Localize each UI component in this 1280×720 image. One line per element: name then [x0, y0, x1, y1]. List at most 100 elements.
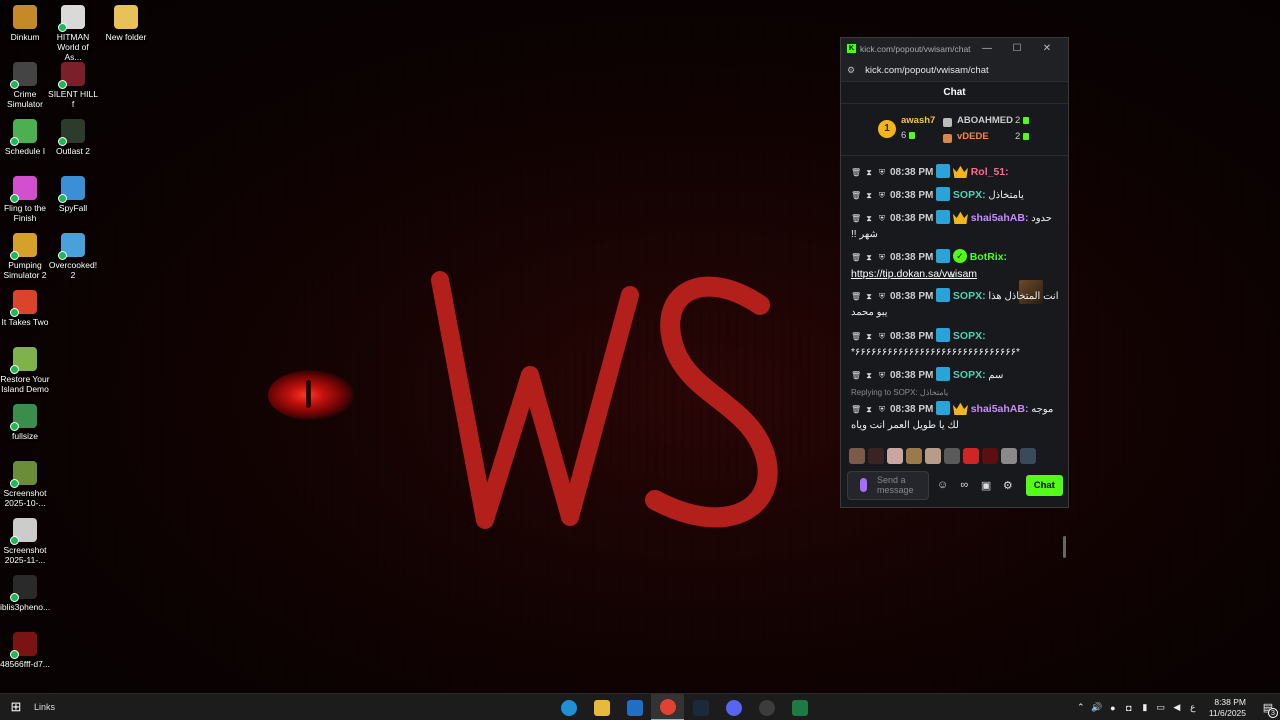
taskbar-edge-button[interactable]: [552, 694, 585, 720]
desktop-icon[interactable]: Outlast 2: [48, 119, 98, 156]
leader-third-name[interactable]: vDEDE: [957, 131, 989, 142]
shield-icon[interactable]: ⛨: [877, 289, 887, 305]
reply-context[interactable]: Replying to SOPX: يامتخاذل: [851, 385, 948, 401]
notification-center-icon[interactable]: ▤ 3: [1256, 701, 1280, 718]
tray-app-icon[interactable]: ◘: [1121, 703, 1137, 713]
desktop-icon[interactable]: It Takes Two: [0, 290, 50, 327]
trash-icon[interactable]: 🗑: [851, 368, 861, 384]
chat-message[interactable]: 🗑 ⧗ ⛨ 08:38 PM shai5ahAB: حدود شهر !!: [851, 210, 1061, 243]
timeout-icon[interactable]: ⧗: [864, 289, 874, 305]
microphone-tray-icon[interactable]: ▮: [1137, 702, 1153, 713]
timeout-icon[interactable]: ⧗: [864, 402, 874, 418]
desktop-icon[interactable]: Restore Your Island Demo: [0, 347, 50, 394]
shield-icon[interactable]: ⛨: [877, 329, 887, 345]
taskbar-steam-button[interactable]: [684, 694, 717, 720]
microphone-icon[interactable]: [860, 478, 867, 492]
leader-first-name[interactable]: awash7: [901, 115, 935, 126]
chat-message[interactable]: 🗑 ⧗ ⛨ 08:38 PM SOPX: يامتخاذل: [851, 187, 1061, 204]
desktop-icon[interactable]: 48566fff-d7...: [0, 632, 50, 669]
desktop-icon[interactable]: fullsize: [0, 404, 50, 441]
desktop-icon[interactable]: Dinkum: [0, 5, 50, 42]
trash-icon[interactable]: 🗑: [851, 211, 861, 227]
desktop-icon[interactable]: Screenshot 2025-10-...: [0, 461, 50, 508]
chat-message[interactable]: 🗑 ⧗ ⛨ 08:38 PM SOPX: انت المتخاذل هذا يبو م…: [851, 288, 1061, 321]
emote-button[interactable]: [982, 448, 998, 464]
message-username[interactable]: shai5ahAB:: [971, 212, 1029, 224]
desktop-icon[interactable]: Overcooked! 2: [48, 233, 98, 280]
chat-message[interactable]: 🗑 ⧗ ⛨ 08:38 PM SOPX: *۶۶۶۶۶۶۶۶۶۶۶۶۶۶۶۶۶۶۶۶۶…: [851, 328, 1061, 361]
emote-button[interactable]: [849, 448, 865, 464]
kicks-icon[interactable]: ∞: [956, 479, 972, 491]
links-toolbar[interactable]: Links: [34, 702, 55, 712]
trash-icon[interactable]: 🗑: [851, 188, 861, 204]
taskbar-outlook-button[interactable]: [618, 694, 651, 720]
store-icon[interactable]: ▣: [978, 479, 994, 492]
desktop-icon[interactable]: Pumping Simulator 2: [0, 233, 50, 280]
chat-message[interactable]: 🗑 ⧗ ⛨ 08:38 PM ✓ BotRix: https://tip.dokan.…: [851, 249, 1061, 283]
trash-icon[interactable]: 🗑: [851, 289, 861, 305]
volume-icon[interactable]: 🔊: [1089, 702, 1105, 713]
chat-messages[interactable]: ≡ 🗑 ⧗ ⛨ 08:38 PM Rol_51: 🗑 ⧗ ⛨ 08:38 PM SOPX: …: [841, 156, 1068, 558]
site-settings-icon[interactable]: ⚙: [847, 65, 855, 76]
leader-second-name[interactable]: ABOAHMED: [957, 115, 1013, 126]
chat-message[interactable]: 🗑 ⧗ ⛨ 08:38 PM SOPX: سم: [851, 367, 1061, 384]
timeout-icon[interactable]: ⧗: [864, 188, 874, 204]
desktop-icon[interactable]: New folder: [101, 5, 151, 42]
trash-icon[interactable]: 🗑: [851, 329, 861, 345]
taskbar-obs-button[interactable]: [750, 694, 783, 720]
shield-icon[interactable]: ⛨: [877, 250, 887, 266]
emote-button[interactable]: [1001, 448, 1017, 464]
emote-picker-icon[interactable]: ☺: [935, 479, 951, 491]
minimize-button[interactable]: —: [972, 43, 1002, 54]
chat-message[interactable]: 🗑 ⧗ ⛨ 08:38 PM shai5ahAB: موجه لك يا طويل ا…: [851, 401, 1061, 434]
desktop-icon[interactable]: SILENT HILL f: [48, 62, 98, 109]
message-username[interactable]: SOPX:: [953, 369, 986, 381]
timeout-icon[interactable]: ⧗: [864, 329, 874, 345]
window-titlebar[interactable]: K kick.com/popout/vwisam/chat -... — ☐ ✕: [841, 38, 1068, 59]
shield-icon[interactable]: ⛨: [877, 402, 887, 418]
message-username[interactable]: SOPX:: [953, 290, 986, 302]
chat-message[interactable]: 🗑 ⧗ ⛨ 08:38 PM Rol_51:: [851, 164, 1061, 181]
desktop-icon[interactable]: Crime Simulator: [0, 62, 50, 109]
desktop-icon[interactable]: SpyFall: [48, 176, 98, 213]
clock[interactable]: 8:38 PM 11/6/2025: [1209, 697, 1246, 719]
trash-icon[interactable]: 🗑: [851, 165, 861, 181]
desktop-icon[interactable]: iblis3pheno...: [0, 575, 50, 612]
message-link[interactable]: https://tip.dokan.sa/vwisam: [851, 268, 977, 280]
desktop-icon[interactable]: Schedule I: [0, 119, 50, 156]
desktop-icon[interactable]: Fling to the Finish: [0, 176, 50, 223]
trash-icon[interactable]: 🗑: [851, 402, 861, 418]
emote-button[interactable]: [1020, 448, 1036, 464]
speaker-icon[interactable]: ◀: [1169, 702, 1185, 713]
timeout-icon[interactable]: ⧗: [864, 211, 874, 227]
shield-icon[interactable]: ⛨: [877, 211, 887, 227]
broken-heart-emote[interactable]: [963, 448, 979, 464]
timeout-icon[interactable]: ⧗: [864, 250, 874, 266]
emote-button[interactable]: [944, 448, 960, 464]
trash-icon[interactable]: 🗑: [851, 250, 861, 266]
shield-icon[interactable]: ⛨: [877, 165, 887, 181]
taskbar-excel-button[interactable]: [783, 694, 816, 720]
close-button[interactable]: ✕: [1032, 43, 1062, 54]
timeout-icon[interactable]: ⧗: [864, 368, 874, 384]
taskbar-chrome-button[interactable]: [651, 694, 684, 720]
emote-button[interactable]: [868, 448, 884, 464]
network-icon[interactable]: ▭: [1153, 702, 1169, 713]
windows-start-icon[interactable]: ⊞: [0, 699, 32, 715]
chat-message-input[interactable]: Send a message: [847, 470, 929, 500]
emote-button[interactable]: [906, 448, 922, 464]
message-username[interactable]: SOPX:: [953, 330, 986, 342]
maximize-button[interactable]: ☐: [1002, 43, 1032, 54]
settings-gear-icon[interactable]: ⚙: [1000, 479, 1016, 492]
taskbar-file-explorer-button[interactable]: [585, 694, 618, 720]
taskbar-discord-button[interactable]: [717, 694, 750, 720]
shield-icon[interactable]: ⛨: [877, 368, 887, 384]
desktop-icon[interactable]: HITMAN World of As...: [48, 5, 98, 62]
show-hidden-icons-chevron-icon[interactable]: ⌃: [1073, 702, 1089, 713]
address-bar[interactable]: ⚙ kick.com/popout/vwisam/chat: [841, 59, 1068, 82]
message-username[interactable]: SOPX:: [953, 189, 986, 201]
tray-app-icon[interactable]: ●: [1105, 703, 1121, 713]
shield-icon[interactable]: ⛨: [877, 188, 887, 204]
emote-button[interactable]: [925, 448, 941, 464]
message-username[interactable]: shai5ahAB:: [971, 403, 1029, 415]
